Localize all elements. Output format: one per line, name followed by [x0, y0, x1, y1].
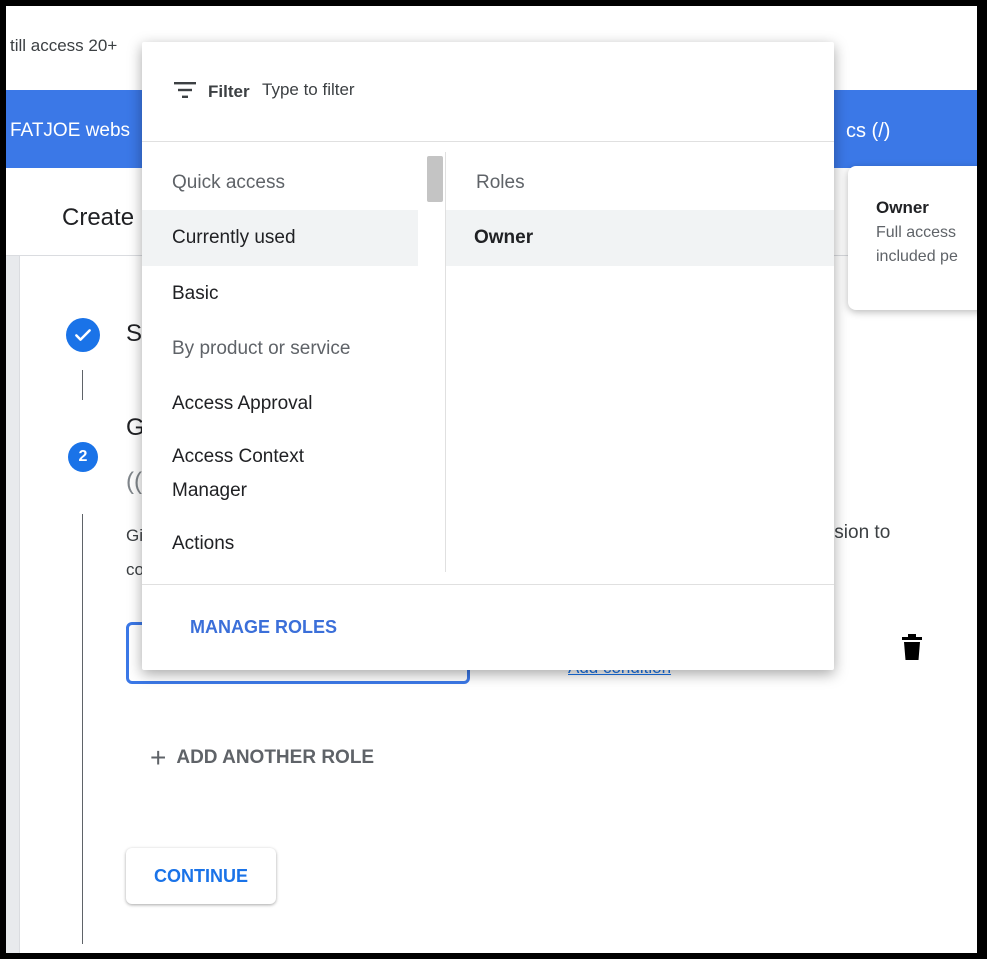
tooltip-title: Owner	[876, 198, 929, 217]
add-another-role-button[interactable]: + ADD ANOTHER ROLE	[150, 744, 374, 772]
role-category-list: Quick access Currently used Basic By pro…	[142, 156, 418, 572]
category-item-label: Access Context Manager	[172, 446, 304, 501]
search-shortcut-hint[interactable]: cs (/)	[846, 120, 890, 143]
tooltip-description-line2: included pe	[876, 248, 958, 265]
role-tooltip: Owner Full access included pe	[848, 166, 987, 310]
project-name[interactable]: FATJOE webs	[10, 120, 130, 142]
step-1-check-icon	[66, 318, 100, 352]
step-1-title: S	[126, 320, 143, 347]
tooltip-description-line1: Full access	[876, 224, 957, 241]
role-picker-dropdown: Filter Quick access Currently used Basic…	[142, 42, 834, 670]
add-another-role-label: ADD ANOTHER ROLE	[176, 747, 375, 768]
quick-access-header: Quick access	[172, 172, 285, 193]
step-2-number: 2	[68, 442, 98, 472]
step-connector	[82, 514, 83, 944]
step-description-line1: Gi	[126, 526, 143, 545]
category-item-access-context-manager[interactable]: Access Context Manager	[142, 432, 418, 516]
manage-roles-button[interactable]: MANAGE ROLES	[190, 617, 337, 638]
left-rail	[6, 256, 20, 953]
roles-header: Roles	[476, 172, 525, 193]
category-list-scrollbar[interactable]	[427, 156, 443, 202]
banner-text: till access 20+	[10, 36, 118, 55]
role-list: Roles Owner	[446, 156, 834, 572]
filter-bar: Filter	[142, 42, 834, 142]
role-item-owner[interactable]: Owner	[446, 210, 834, 266]
filter-icon	[174, 82, 196, 98]
trash-icon[interactable]	[902, 634, 922, 660]
page-title: Create	[62, 204, 135, 231]
step-2-subtitle: ((	[126, 468, 142, 495]
category-item-actions[interactable]: Actions	[142, 516, 418, 572]
dropdown-footer: MANAGE ROLES	[142, 584, 834, 670]
step-connector	[82, 370, 83, 400]
category-item-access-approval[interactable]: Access Approval	[142, 376, 418, 432]
category-item-currently-used[interactable]: Currently used	[142, 210, 418, 266]
by-product-header: By product or service	[172, 338, 351, 359]
filter-label: Filter	[208, 82, 250, 101]
category-item-basic[interactable]: Basic	[142, 266, 418, 322]
plus-icon: +	[150, 742, 167, 773]
continue-button[interactable]: CONTINUE	[126, 848, 276, 904]
filter-input[interactable]	[262, 80, 662, 100]
